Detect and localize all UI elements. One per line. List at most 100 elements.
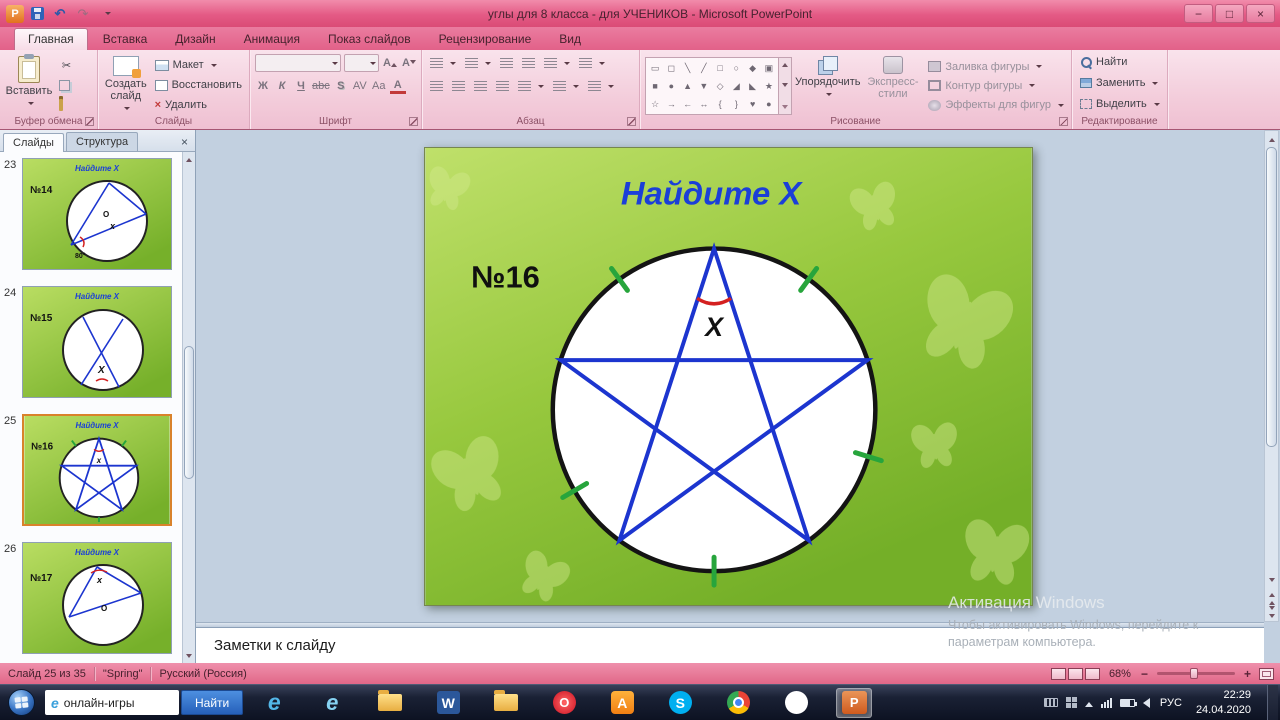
shape-icon[interactable]: →	[667, 99, 676, 109]
dialog-launcher-icon[interactable]	[85, 117, 94, 126]
zoom-slider[interactable]	[1156, 668, 1235, 679]
change-case-button[interactable]: Aa	[371, 78, 387, 94]
grow-font-button[interactable]: А	[382, 55, 398, 71]
shape-icon[interactable]: ╲	[685, 63, 690, 73]
increase-indent-button[interactable]	[519, 54, 538, 72]
start-button[interactable]	[8, 689, 35, 716]
shape-icon[interactable]: ▼	[699, 81, 708, 91]
redo-button[interactable]: ↷	[73, 4, 93, 23]
qat-customize-button[interactable]	[96, 4, 116, 23]
shapes-gallery-scrollbar[interactable]	[779, 57, 792, 115]
quick-styles-button[interactable]: Экспресс-стили	[863, 53, 922, 114]
shape-icon[interactable]: }	[735, 99, 738, 109]
shape-icon[interactable]: ○	[734, 63, 739, 73]
bold-button[interactable]: Ж	[255, 78, 271, 94]
new-slide-button[interactable]: Создать слайд	[103, 53, 149, 114]
shrink-font-button[interactable]: А	[401, 55, 417, 71]
align-text-button[interactable]	[550, 77, 582, 95]
shape-icon[interactable]: ●	[766, 99, 771, 109]
scrollbar-thumb[interactable]	[184, 346, 194, 480]
copy-button[interactable]	[56, 76, 77, 94]
font-name-combo[interactable]	[255, 54, 341, 72]
font-size-combo[interactable]	[343, 54, 379, 72]
taskbar-app-chrome[interactable]	[720, 688, 756, 718]
reset-slide-button[interactable]: Восстановить	[152, 76, 245, 94]
bullets-button[interactable]	[427, 54, 459, 72]
undo-button[interactable]: ↶	[50, 4, 70, 23]
close-pane-icon[interactable]: ×	[181, 136, 188, 148]
taskbar-app-ie[interactable]: e	[256, 688, 292, 718]
columns-button[interactable]	[515, 77, 547, 95]
battery-icon[interactable]	[1119, 698, 1137, 707]
shape-icon[interactable]: ♥	[750, 99, 755, 109]
underline-button[interactable]: Ч	[293, 78, 309, 94]
numbering-button[interactable]	[462, 54, 494, 72]
arrange-button[interactable]: Упорядочить	[795, 53, 860, 114]
shape-icon[interactable]: ◇	[717, 81, 724, 91]
shape-icon[interactable]: □	[717, 63, 722, 73]
italic-button[interactable]: К	[274, 78, 290, 94]
search-input[interactable]	[63, 695, 173, 710]
zoom-in-button[interactable]: +	[1242, 667, 1253, 681]
shape-icon[interactable]: ◻	[668, 63, 675, 73]
search-find-button[interactable]: Найти	[181, 690, 244, 715]
select-button[interactable]: Выделить	[1077, 95, 1163, 113]
volume-icon[interactable]	[1142, 697, 1150, 708]
close-button[interactable]: ×	[1246, 4, 1275, 23]
paste-button[interactable]: Вставить	[5, 53, 53, 114]
shape-icon[interactable]: ←	[683, 99, 692, 109]
taskbar-app-powerpoint-active[interactable]: P	[836, 687, 873, 718]
shape-icon[interactable]: ▣	[765, 63, 774, 73]
taskbar-app-yandex[interactable]	[778, 688, 814, 718]
font-color-button[interactable]: А	[389, 78, 406, 94]
delete-slide-button[interactable]: × Удалить	[152, 96, 245, 114]
align-right-button[interactable]	[471, 77, 490, 95]
zoom-out-button[interactable]: −	[1139, 667, 1150, 681]
shape-icon[interactable]: ▭	[651, 63, 660, 73]
tab-home[interactable]: Главная	[14, 28, 88, 50]
normal-view-button[interactable]	[1050, 667, 1066, 680]
keyboard-icon[interactable]	[1043, 698, 1058, 707]
grid-icon[interactable]	[1065, 697, 1077, 708]
shape-icon[interactable]: ●	[669, 81, 674, 91]
shape-icon[interactable]: ★	[765, 81, 773, 91]
shape-icon[interactable]: ▲	[683, 81, 692, 91]
cut-button[interactable]: ✂	[56, 56, 77, 74]
shape-effects-button[interactable]: Эффекты для фигур	[925, 97, 1067, 114]
language-switcher[interactable]: РУС	[1158, 697, 1184, 709]
zoom-level[interactable]: 68%	[1101, 668, 1139, 680]
shape-icon[interactable]: ■	[652, 81, 657, 91]
fit-to-window-button[interactable]	[1259, 667, 1274, 680]
shape-icon[interactable]: ↔	[699, 99, 708, 109]
text-shadow-button[interactable]: S	[333, 78, 349, 94]
taskbar-clock[interactable]: 22:29 24.04.2020	[1192, 688, 1259, 717]
vertical-scrollbar[interactable]	[1264, 130, 1279, 622]
align-center-button[interactable]	[449, 77, 468, 95]
slide-thumbnail-25-selected[interactable]: Найдите X №16 x	[22, 414, 172, 526]
tab-slides-thumbnails[interactable]: Слайды	[3, 133, 64, 152]
taskbar-app-skype[interactable]: S	[662, 688, 698, 718]
shapes-gallery[interactable]: ▭ ◻ ╲ ╱ □ ○ ◆ ▣ ■ ● ▲ ▼ ◇ ◢ ◣ ★ ☆ → ← ↔ …	[645, 57, 779, 115]
character-spacing-button[interactable]: AV	[352, 78, 368, 94]
slides-panel-scrollbar[interactable]	[182, 152, 195, 663]
slide-title[interactable]: Найдите X	[621, 175, 804, 212]
shape-icon[interactable]: ╱	[701, 63, 706, 73]
maximize-button[interactable]: □	[1215, 4, 1244, 23]
dialog-launcher-icon[interactable]	[1059, 117, 1068, 126]
slideshow-view-button[interactable]	[1084, 667, 1100, 680]
tab-insert[interactable]: Вставка	[90, 29, 161, 50]
format-painter-button[interactable]	[56, 96, 77, 114]
slide-thumbnail-24[interactable]: Найдите X №15 X	[22, 286, 172, 398]
tab-design[interactable]: Дизайн	[162, 29, 228, 50]
tab-slideshow[interactable]: Показ слайдов	[315, 29, 424, 50]
strikethrough-button[interactable]: abc	[312, 78, 330, 94]
shape-icon[interactable]: ◢	[733, 81, 740, 91]
zoom-slider-thumb[interactable]	[1189, 668, 1198, 679]
scrollbar-thumb[interactable]	[1266, 147, 1277, 447]
tab-outline[interactable]: Структура	[65, 132, 139, 151]
minimize-button[interactable]: −	[1184, 4, 1213, 23]
current-slide[interactable]: Найдите X №16 X	[424, 147, 1033, 606]
shape-icon[interactable]: ☆	[651, 99, 659, 109]
shape-icon[interactable]: ◆	[749, 63, 756, 73]
tab-view[interactable]: Вид	[546, 29, 594, 50]
